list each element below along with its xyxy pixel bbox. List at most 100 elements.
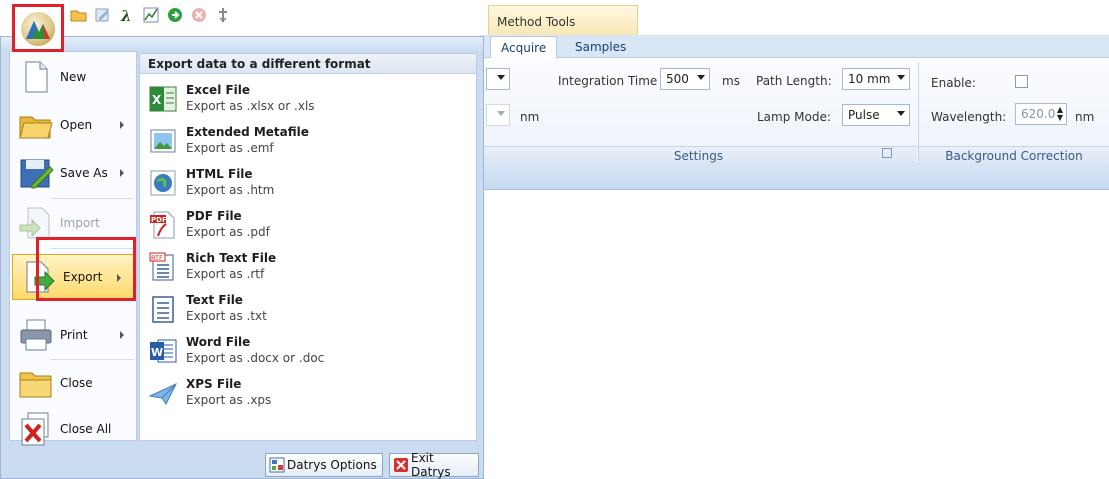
export-option-desc: Export as .pdf xyxy=(186,225,270,239)
close-all-icon xyxy=(21,412,49,446)
partial-combo-bottom[interactable] xyxy=(486,104,510,126)
lambda-icon[interactable]: λ xyxy=(118,6,136,24)
edit-icon[interactable] xyxy=(94,6,112,24)
text-file-icon xyxy=(152,296,174,323)
pdf-icon: PDF xyxy=(150,211,175,239)
submenu-arrow-icon xyxy=(120,331,124,339)
path-length-value: 10 mm xyxy=(848,72,891,86)
open-folder-icon xyxy=(19,116,53,139)
exit-datrys-button[interactable]: Exit Datrys xyxy=(389,451,479,479)
ribbon: Method Tools Acquire Samples nm Integrat… xyxy=(480,0,1109,192)
export-option-desc: Export as .htm xyxy=(186,183,275,197)
wavelength-spinner[interactable]: 620.0 ▲ ▼ xyxy=(1015,103,1067,125)
svg-text:RTF: RTF xyxy=(151,254,163,262)
word-icon: W xyxy=(150,339,177,363)
open-folder-icon[interactable] xyxy=(70,6,88,24)
menu-separator xyxy=(50,248,134,249)
nm-unit-label: nm xyxy=(520,110,540,124)
export-option-desc: Export as .xlsx or .xls xyxy=(186,99,315,113)
spectrum-logo-icon xyxy=(26,21,50,39)
application-menu: New Open Save As Import Export Print Clo… xyxy=(0,36,484,479)
run-icon[interactable] xyxy=(166,6,184,24)
lamp-mode-combo[interactable]: Pulse xyxy=(842,104,910,126)
export-option-text[interactable]: Text File Export as .txt xyxy=(148,290,468,332)
menu-item-new[interactable]: New xyxy=(10,54,136,100)
svg-text:W: W xyxy=(151,346,163,359)
import-icon xyxy=(19,207,50,239)
path-length-combo[interactable]: 10 mm xyxy=(842,68,910,90)
export-option-desc: Export as .txt xyxy=(186,309,267,323)
save-as-icon xyxy=(20,159,54,189)
settings-dialog-launcher-icon[interactable] xyxy=(882,148,892,158)
new-document-icon xyxy=(25,61,48,93)
application-button[interactable] xyxy=(12,4,64,52)
menu-item-save-as[interactable]: Save As xyxy=(10,150,136,196)
export-option-title: Word File xyxy=(186,335,251,349)
enable-checkbox[interactable] xyxy=(1015,75,1028,88)
export-option-title: Extended Metafile xyxy=(186,125,309,139)
lamp-mode-value: Pulse xyxy=(848,108,880,122)
export-option-rtf[interactable]: RTF Rich Text File Export as .rtf xyxy=(148,248,468,290)
quick-access-toolbar: λ xyxy=(0,0,490,36)
menu-item-label: Print xyxy=(60,328,88,342)
export-option-xps[interactable]: XPS File Export as .xps xyxy=(148,374,468,416)
export-option-title: Excel File xyxy=(186,83,251,97)
menu-item-close[interactable]: Close xyxy=(10,360,136,406)
menu-item-label: Open xyxy=(60,118,93,132)
ribbon-lower-bar xyxy=(480,164,1109,190)
chart-icon[interactable] xyxy=(142,6,160,24)
menu-item-print[interactable]: Print xyxy=(10,312,136,358)
export-icon xyxy=(26,261,55,293)
menu-separator xyxy=(50,198,134,199)
menu-item-label: Save As xyxy=(60,166,108,180)
export-option-pdf[interactable]: PDF PDF File Export as .pdf xyxy=(148,206,468,248)
menu-item-label: Export xyxy=(63,270,103,284)
menu-item-label: Close xyxy=(60,376,93,390)
quick-access-icons: λ xyxy=(70,6,232,24)
menu-item-label: New xyxy=(60,70,87,84)
export-option-html[interactable]: HTML File Export as .htm xyxy=(148,164,468,206)
svg-text:PDF: PDF xyxy=(151,216,167,224)
integration-time-value: 500 xyxy=(666,72,689,86)
stop-icon[interactable] xyxy=(190,6,208,24)
exit-datrys-label: Exit Datrys xyxy=(411,451,451,479)
export-option-title: XPS File xyxy=(186,377,242,391)
menu-item-open[interactable]: Open xyxy=(10,102,136,148)
printer-icon xyxy=(20,319,52,351)
partial-combo-top[interactable] xyxy=(486,68,510,90)
close-folder-icon xyxy=(19,372,52,398)
export-option-emf[interactable]: Extended Metafile Export as .emf xyxy=(148,122,468,164)
export-option-desc: Export as .rtf xyxy=(186,267,265,281)
lamp-mode-label: Lamp Mode: xyxy=(757,110,831,124)
settings-group-caption: Settings xyxy=(480,146,917,164)
export-option-excel[interactable]: X Excel File Export as .xlsx or .xls xyxy=(148,80,468,122)
export-submenu: Export data to a different format X Exce… xyxy=(139,53,477,441)
integration-time-combo[interactable]: 500 xyxy=(660,68,710,90)
customize-toolbar-icon[interactable] xyxy=(214,6,232,24)
image-icon xyxy=(150,129,176,153)
globe-icon xyxy=(150,170,176,196)
datrys-options-label: Datrys Options xyxy=(287,458,377,472)
rtf-icon: RTF xyxy=(149,252,174,281)
datrys-options-button[interactable]: Datrys Options xyxy=(265,453,383,477)
svg-text:X: X xyxy=(152,93,162,107)
menu-item-close-all[interactable]: Close All xyxy=(10,406,136,452)
export-option-word[interactable]: W Word File Export as .docx or .doc xyxy=(148,332,468,374)
export-option-title: HTML File xyxy=(186,167,253,181)
menu-item-export[interactable]: Export xyxy=(12,254,134,300)
command-column: New Open Save As Import Export Print Clo… xyxy=(9,51,137,446)
enable-label: Enable: xyxy=(931,76,976,90)
export-submenu-header: Export data to a different format xyxy=(140,54,476,74)
integration-time-unit: ms xyxy=(722,74,740,88)
tab-samples[interactable]: Samples xyxy=(565,36,636,58)
tab-acquire[interactable]: Acquire xyxy=(490,36,558,58)
export-option-title: PDF File xyxy=(186,209,242,223)
excel-icon: X xyxy=(149,86,177,112)
export-option-desc: Export as .docx or .doc xyxy=(186,351,325,365)
xps-icon xyxy=(148,382,178,405)
menu-item-import: Import xyxy=(10,200,136,246)
submenu-arrow-icon xyxy=(120,121,124,129)
integration-time-label: Integration Time xyxy=(558,74,658,88)
exit-icon xyxy=(394,458,408,472)
submenu-arrow-icon xyxy=(117,274,121,282)
